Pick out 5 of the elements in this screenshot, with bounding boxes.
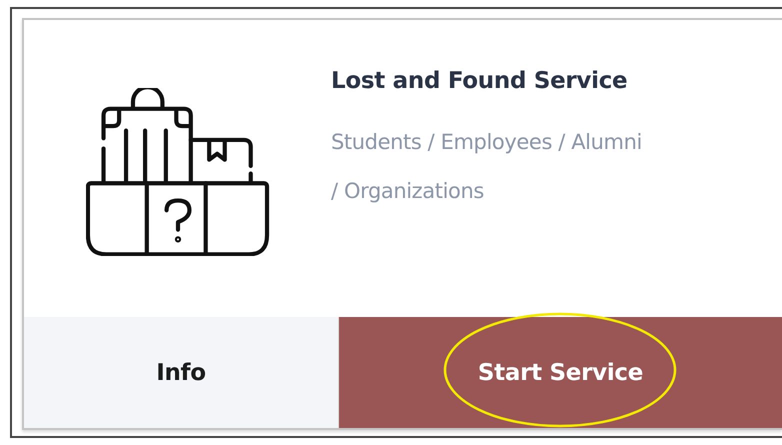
service-title: Lost and Found Service	[331, 68, 628, 94]
audience-text: Students / Employees / Alumni / Organizations	[331, 129, 643, 205]
start-button[interactable]: Start Service	[339, 317, 782, 428]
info-button[interactable]: Info	[24, 317, 339, 428]
lost-and-found-icon	[86, 88, 270, 256]
